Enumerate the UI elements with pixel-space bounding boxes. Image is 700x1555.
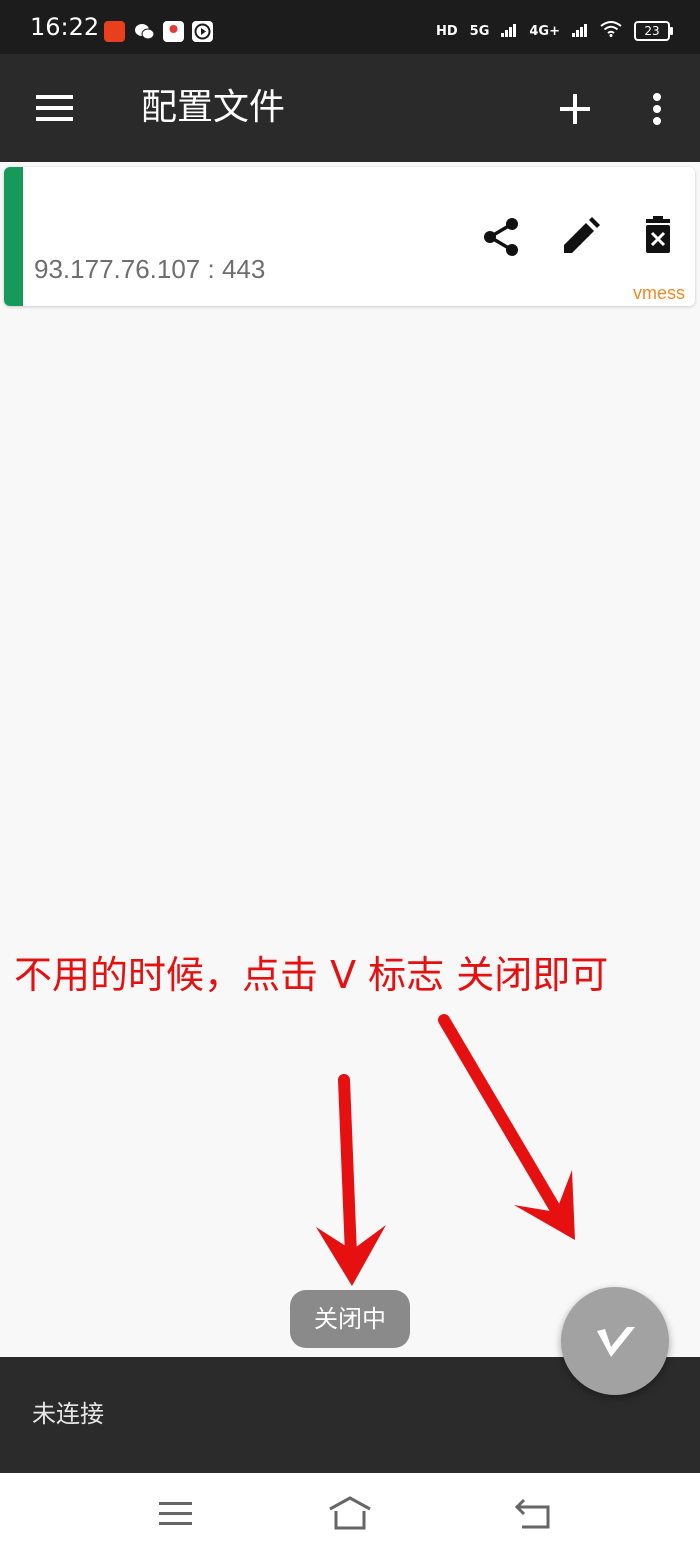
share-icon[interactable] bbox=[480, 215, 524, 259]
arrow-to-fab bbox=[438, 1014, 575, 1240]
wifi-icon bbox=[600, 21, 622, 41]
add-icon[interactable] bbox=[560, 94, 590, 124]
back-icon[interactable] bbox=[512, 1495, 556, 1533]
vpn-toggle-button[interactable] bbox=[561, 1287, 669, 1395]
protocol-type: vmess bbox=[632, 283, 685, 303]
selected-indicator bbox=[4, 167, 23, 306]
toast-message: 关闭中 bbox=[290, 1290, 410, 1348]
wechat-icon bbox=[134, 21, 155, 42]
profile-card[interactable]: 93.177.76.107 : 443 vmess bbox=[4, 167, 695, 306]
page-title: 配置文件 bbox=[141, 87, 286, 128]
hd-indicator: HD bbox=[436, 23, 458, 39]
status-time: 16:22 bbox=[30, 13, 100, 41]
delete-icon[interactable] bbox=[636, 215, 680, 259]
5g-indicator: 5G bbox=[469, 23, 490, 39]
recents-icon[interactable] bbox=[154, 1495, 198, 1533]
battery-indicator: 23 bbox=[634, 21, 673, 41]
signal-icon bbox=[501, 22, 517, 41]
arrow-to-toast bbox=[316, 1074, 386, 1286]
connection-status-text: 未连接 bbox=[32, 1400, 104, 1428]
app-toolbar: 配置文件 bbox=[0, 54, 700, 162]
signal-icon-2 bbox=[572, 22, 588, 41]
system-navigation-bar bbox=[0, 1473, 700, 1555]
video-app-icon bbox=[192, 21, 213, 42]
menu-icon[interactable] bbox=[36, 94, 74, 122]
4g-indicator: 4G+ bbox=[529, 23, 560, 39]
more-vert-icon[interactable] bbox=[650, 92, 664, 126]
map-app-icon bbox=[163, 21, 184, 42]
annotation-text: 不用的时候，点击 V 标志 关闭即可 bbox=[14, 953, 609, 997]
home-icon[interactable] bbox=[328, 1495, 372, 1533]
status-bar: 16:22 HD 5G 4G+ 23 bbox=[0, 0, 700, 54]
news-app-icon bbox=[104, 21, 125, 42]
server-address: 93.177.76.107 : 443 bbox=[34, 254, 266, 284]
status-indicators: HD 5G 4G+ 23 bbox=[436, 18, 673, 44]
edit-icon[interactable] bbox=[558, 215, 602, 259]
v-logo-icon bbox=[595, 1323, 637, 1359]
